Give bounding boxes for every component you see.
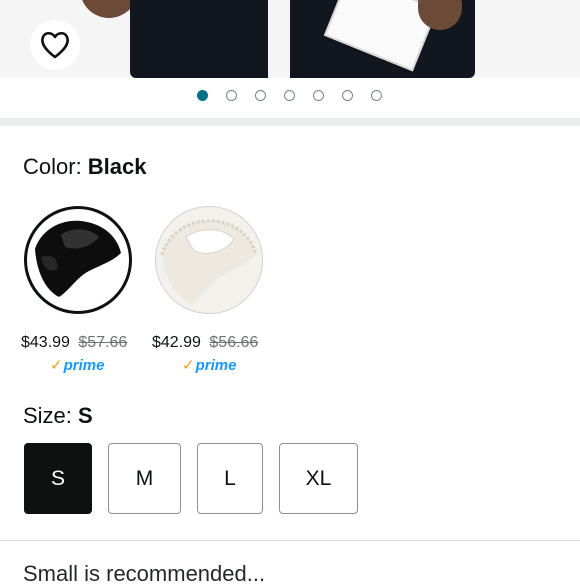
wishlist-button[interactable]	[30, 20, 80, 70]
color-swatch-black[interactable]	[24, 206, 132, 314]
section-divider	[0, 540, 580, 541]
price-white-current: $42.99	[152, 334, 201, 351]
carousel-dot[interactable]	[284, 90, 295, 101]
prime-badge-white: ✓prime	[182, 357, 237, 374]
price-white: $42.99 $56.66	[152, 334, 258, 352]
carousel-dot[interactable]	[313, 90, 324, 101]
size-button-xl[interactable]: XL	[279, 443, 358, 514]
pants-leg-gap	[268, 0, 290, 78]
size-recommendation-text: Small is recommended...	[23, 561, 266, 586]
heart-outline-icon	[41, 31, 69, 59]
swatch-white-image	[156, 207, 262, 313]
color-label: Color: Black	[23, 154, 147, 179]
prime-check-icon: ✓	[50, 357, 63, 374]
size-button-l[interactable]: L	[197, 443, 263, 514]
prime-badge-black: ✓prime	[50, 357, 105, 374]
carousel-dot[interactable]	[255, 90, 266, 101]
price-black-list: $57.66	[78, 334, 128, 351]
color-swatch-white[interactable]	[155, 206, 263, 314]
price-white-list: $56.66	[209, 334, 259, 351]
selected-size-value: S	[78, 403, 93, 428]
image-carousel-dots	[0, 90, 580, 104]
price-black-current: $43.99	[21, 334, 70, 351]
section-divider	[0, 118, 580, 126]
swatch-black-image	[31, 213, 125, 307]
size-button-s[interactable]: S	[24, 443, 92, 514]
product-image[interactable]	[0, 0, 580, 78]
carousel-dot[interactable]	[371, 90, 382, 101]
prime-check-icon: ✓	[182, 357, 195, 374]
size-button-m[interactable]: M	[108, 443, 181, 514]
size-label: Size: S	[23, 403, 93, 428]
price-black: $43.99 $57.66	[21, 334, 127, 352]
carousel-dot[interactable]	[197, 90, 208, 101]
selected-color-value: Black	[87, 154, 147, 179]
carousel-dot[interactable]	[226, 90, 237, 101]
carousel-dot[interactable]	[342, 90, 353, 101]
